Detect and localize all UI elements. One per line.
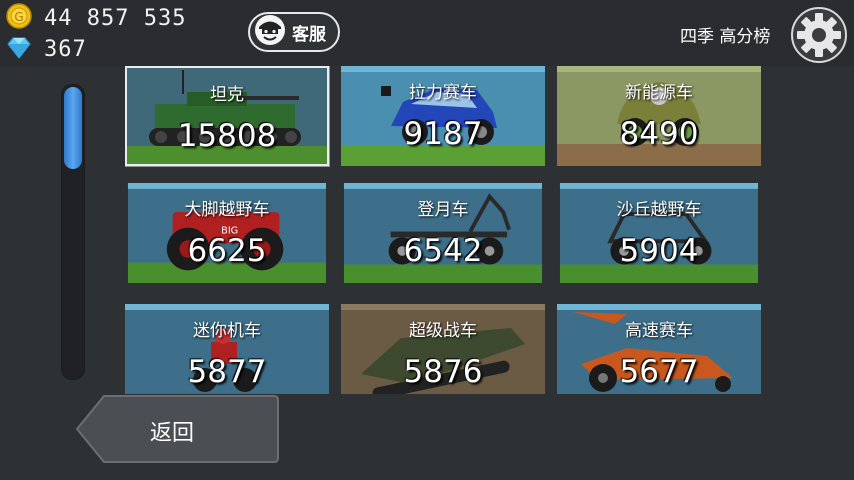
gem-counter: 367 (6, 36, 87, 62)
back-label: 返回 (150, 421, 195, 446)
gem-count: 367 (44, 36, 87, 62)
gear-icon (791, 7, 847, 63)
vehicle-grid: 坦克 15808 拉力赛车 9187 新能源车 8490 BIG 大脚越野车 6… (125, 66, 761, 394)
coin-icon: G (6, 3, 32, 33)
vehicle-tile-rally-car[interactable]: 拉力赛车 9187 (341, 66, 545, 166)
vehicle-name: 迷你机车 (193, 321, 261, 341)
vehicle-name: 大脚越野车 (184, 200, 270, 220)
vehicle-name: 登月车 (417, 200, 469, 220)
settings-button[interactable] (790, 6, 848, 64)
svg-text:G: G (14, 10, 23, 24)
vehicle-list-scrollbar[interactable] (61, 84, 85, 380)
vehicle-score: 15808 (177, 118, 277, 154)
vehicle-tile-tank[interactable]: 坦克 15808 (125, 66, 329, 166)
vehicle-name: 高速赛车 (625, 321, 693, 341)
vehicle-tile-dune-buggy[interactable]: 沙丘越野车 5904 (557, 183, 761, 286)
vehicle-score: 8490 (619, 116, 699, 152)
vehicle-score: 9187 (403, 116, 483, 152)
vehicle-score: 5876 (403, 354, 483, 390)
back-button[interactable]: 返回 (74, 392, 280, 466)
scrollbar-thumb[interactable] (64, 87, 82, 169)
vehicle-tile-new-energy-car[interactable]: 新能源车 8490 (557, 66, 761, 166)
diamond-icon (6, 34, 32, 64)
vehicle-name: 拉力赛车 (409, 83, 477, 103)
vehicle-tile-mini-bike[interactable]: 迷你机车 5877 (125, 304, 329, 394)
coin-count: 44 857 535 (44, 5, 187, 31)
vehicle-tile-speed-racer[interactable]: 高速赛车 5677 (557, 304, 761, 394)
coin-counter: G 44 857 535 (6, 3, 187, 33)
vehicle-name: 沙丘越野车 (616, 200, 702, 220)
vehicle-score: 6542 (403, 233, 483, 269)
vehicle-tile-super-tank[interactable]: 超级战车 5876 (341, 304, 545, 394)
top-bar: G 44 857 535 367 客服 四季 高分榜 (0, 0, 854, 66)
vehicle-tile-moon-lander[interactable]: 登月车 6542 (341, 183, 545, 286)
mascot-face-icon (254, 14, 286, 50)
vehicle-score: 6625 (187, 233, 267, 269)
vehicle-name: 坦克 (210, 85, 244, 105)
leaderboard-link[interactable]: 四季 高分榜 (680, 22, 770, 47)
vehicle-name: 新能源车 (625, 83, 693, 103)
vehicle-tile-bigfoot[interactable]: BIG 大脚越野车 6625 (125, 183, 329, 286)
vehicle-name: 超级战车 (409, 321, 477, 341)
vehicle-score: 5677 (619, 354, 699, 390)
vehicle-score: 5877 (187, 354, 267, 390)
support-label: 客服 (292, 24, 326, 45)
vehicle-score: 5904 (619, 233, 699, 269)
support-button[interactable]: 客服 (248, 12, 340, 52)
